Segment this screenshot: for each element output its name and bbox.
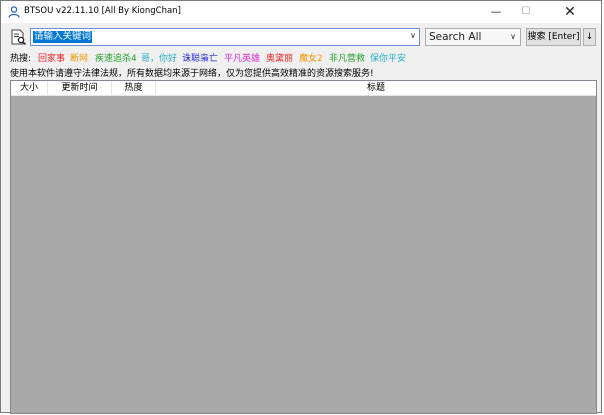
- hot-search-item[interactable]: 奥黛丽: [266, 51, 293, 64]
- search-input-text[interactable]: 请输入关键词: [33, 31, 93, 43]
- document-search-icon[interactable]: [10, 29, 27, 46]
- column-header-size[interactable]: 大小: [11, 81, 48, 95]
- hot-search-item[interactable]: 诛聪枭亡: [182, 51, 218, 64]
- column-header-heat[interactable]: 热度: [112, 81, 156, 95]
- chevron-down-icon[interactable]: ∨: [510, 32, 516, 41]
- hot-search-label: 热搜:: [10, 54, 32, 64]
- hot-search-item[interactable]: 疾速追杀4: [95, 51, 137, 64]
- app-window: BTSOU v22.11.10 [All By KiongChan] — ☐ ✕…: [0, 0, 602, 414]
- hot-search-item[interactable]: 魔女2: [299, 51, 323, 64]
- hot-search-item[interactable]: 回家事: [38, 51, 65, 64]
- close-button[interactable]: ✕: [545, 1, 595, 23]
- search-scope-value: Search All: [429, 31, 482, 43]
- minimize-button[interactable]: —: [481, 1, 511, 23]
- search-input[interactable]: 请输入关键词 ∨: [30, 28, 420, 46]
- search-button[interactable]: 搜索 [Enter]: [526, 28, 581, 46]
- table-header: 大小 更新时间 热度 标题: [11, 81, 596, 96]
- search-scope-select[interactable]: Search All ∨: [425, 28, 521, 46]
- hot-search-item[interactable]: 保你平安: [370, 51, 406, 64]
- hot-search-item[interactable]: 哥，你好: [141, 51, 177, 64]
- hot-search-item[interactable]: 非凡营救: [329, 51, 365, 64]
- column-header-updated[interactable]: 更新时间: [48, 81, 112, 95]
- title-bar[interactable]: BTSOU v22.11.10 [All By KiongChan] — ☐ ✕: [1, 1, 601, 23]
- column-header-title[interactable]: 标题: [156, 81, 596, 95]
- hot-search-item[interactable]: 断网: [70, 51, 88, 64]
- results-list-area[interactable]: [11, 96, 596, 413]
- app-person-icon: [8, 6, 20, 18]
- maximize-button[interactable]: ☐: [511, 1, 541, 23]
- results-table[interactable]: 大小 更新时间 热度 标题: [10, 80, 597, 414]
- sort-button[interactable]: ↓: [583, 28, 596, 46]
- hot-search-item[interactable]: 平凡英雄: [224, 51, 260, 64]
- chevron-down-icon[interactable]: ∨: [410, 31, 416, 40]
- legal-notice: 使用本软件请遵守法律法规，所有数据均来源于网络，仅为您提供高效精准的资源搜索服务…: [10, 69, 374, 79]
- window-title: BTSOU v22.11.10 [All By KiongChan]: [24, 6, 181, 16]
